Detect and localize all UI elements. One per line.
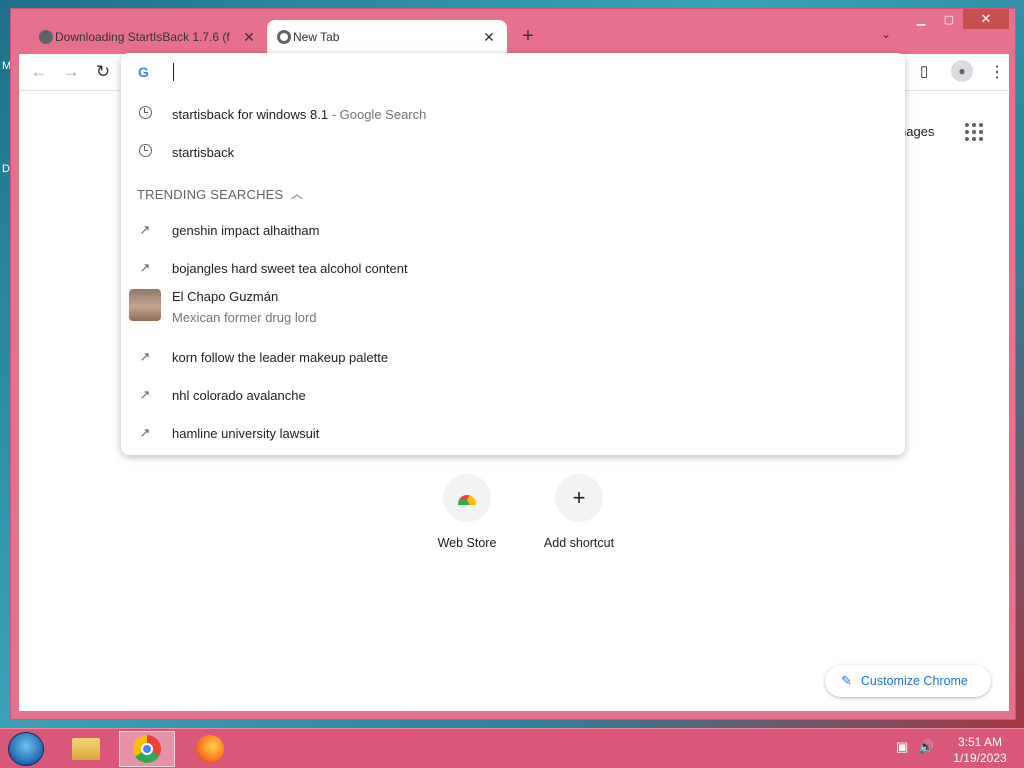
start-button[interactable]: [8, 732, 44, 766]
forward-button[interactable]: →: [61, 62, 81, 82]
webstore-icon: [443, 474, 491, 522]
trending-up-icon: ↗: [139, 222, 151, 237]
clock-time: 3:51 AM: [957, 735, 1003, 749]
clock-date: 1/19/2023: [953, 751, 1007, 765]
taskbar: ▣ 🔊 3:51 AM 1/19/2023: [0, 728, 1024, 768]
history-suggestion[interactable]: startisback for windows 8.1 - Google Sea…: [121, 95, 905, 133]
profile-avatar[interactable]: ●: [951, 60, 973, 82]
taskbar-clock[interactable]: 3:51 AM 1/19/2023: [950, 734, 1010, 766]
trending-suggestion-entity[interactable]: El Chapo Guzmán Mexican former drug lord: [121, 287, 905, 337]
firefox-icon: [196, 735, 224, 763]
minimize-button[interactable]: ▁: [907, 9, 935, 29]
text-cursor: [173, 63, 174, 81]
shortcut-label: Add shortcut: [543, 536, 615, 550]
close-tab-icon[interactable]: ✕: [241, 29, 257, 46]
apps-grid-icon[interactable]: [965, 123, 983, 141]
tab-title: New Tab: [293, 30, 340, 44]
suggestion-subtext: - Google Search: [328, 106, 427, 122]
omnibox-input[interactable]: G: [121, 53, 905, 91]
shortcut-web-store[interactable]: Web Store: [422, 474, 512, 550]
title-bar: Downloading StartIsBack 1.7.6 (f ✕ New T…: [11, 9, 1015, 55]
window-controls: ▁ ▢ ✕: [907, 9, 1009, 31]
history-suggestion[interactable]: startisback: [121, 133, 905, 171]
tab-downloading[interactable]: Downloading StartIsBack 1.7.6 (f ✕: [29, 20, 267, 54]
suggestion-text: genshin impact alhaitham: [172, 222, 320, 238]
menu-icon[interactable]: ⋮: [989, 62, 1005, 82]
taskbar-firefox[interactable]: [182, 731, 238, 767]
volume-icon[interactable]: 🔊: [918, 739, 934, 755]
close-tab-icon[interactable]: ✕: [481, 29, 497, 46]
clock-icon: [137, 144, 153, 160]
desktop-icon-label: D: [2, 163, 10, 175]
maximize-button[interactable]: ▢: [935, 9, 963, 29]
customize-chrome-button[interactable]: ✎ Customize Chrome: [825, 665, 991, 697]
trending-suggestion[interactable]: ↗ korn follow the leader makeup palette: [121, 338, 905, 376]
suggestion-text: hamline university lawsuit: [172, 425, 320, 441]
chrome-window: Downloading StartIsBack 1.7.6 (f ✕ New T…: [10, 8, 1016, 720]
trending-up-icon: ↗: [139, 387, 151, 402]
back-button[interactable]: ←: [29, 62, 49, 82]
close-window-button[interactable]: ✕: [963, 9, 1009, 29]
system-tray: ▣ 🔊: [896, 739, 934, 755]
tab-title: Downloading StartIsBack 1.7.6 (f: [55, 30, 230, 44]
trending-suggestion[interactable]: ↗ hamline university lawsuit: [121, 414, 905, 452]
shortcut-label: Web Store: [437, 536, 497, 550]
network-icon[interactable]: ▣: [896, 739, 908, 755]
suggestion-subtext: Mexican former drug lord: [172, 310, 317, 325]
suggestion-text: nhl colorado avalanche: [172, 387, 306, 403]
globe-icon: [39, 30, 53, 44]
omnibox-dropdown: G startisback for windows 8.1 - Google S…: [121, 53, 905, 455]
suggestion-text: startisback for windows 8.1: [172, 106, 329, 122]
google-g-icon: G: [138, 64, 149, 80]
taskbar-chrome[interactable]: [119, 731, 175, 767]
trending-suggestion[interactable]: ↗ bojangles hard sweet tea alcohol conte…: [121, 249, 905, 287]
person-thumbnail: [129, 289, 161, 321]
trending-header: TRENDING SEARCHES: [137, 187, 284, 202]
plus-icon: +: [555, 474, 603, 522]
tab-search-chevron-icon[interactable]: ⌄: [881, 27, 891, 41]
collapse-chevron-icon[interactable]: ︿: [291, 185, 303, 202]
folder-icon: [72, 738, 100, 760]
suggestion-text: bojangles hard sweet tea alcohol content: [172, 260, 408, 276]
customize-label: Customize Chrome: [860, 674, 968, 688]
trending-up-icon: ↗: [139, 349, 151, 364]
suggestion-text: korn follow the leader makeup palette: [172, 349, 389, 365]
taskbar-explorer[interactable]: [58, 731, 114, 767]
new-tab-button[interactable]: +: [517, 25, 539, 47]
tab-new-tab[interactable]: New Tab ✕: [267, 20, 507, 54]
suggestion-text: El Chapo Guzmán: [172, 289, 279, 304]
side-panel-icon[interactable]: ▯: [920, 62, 928, 80]
reload-button[interactable]: ↻: [93, 62, 113, 82]
clock-icon: [137, 106, 153, 122]
pencil-icon: ✎: [841, 673, 852, 688]
suggestion-text: startisback: [172, 144, 235, 160]
chrome-icon: [277, 30, 291, 44]
trending-up-icon: ↗: [139, 425, 151, 440]
trending-suggestion[interactable]: ↗ nhl colorado avalanche: [121, 376, 905, 414]
chrome-icon: [133, 735, 161, 763]
shortcut-add[interactable]: + Add shortcut: [534, 474, 624, 550]
trending-up-icon: ↗: [139, 260, 151, 275]
trending-suggestion[interactable]: ↗ genshin impact alhaitham: [121, 211, 905, 249]
